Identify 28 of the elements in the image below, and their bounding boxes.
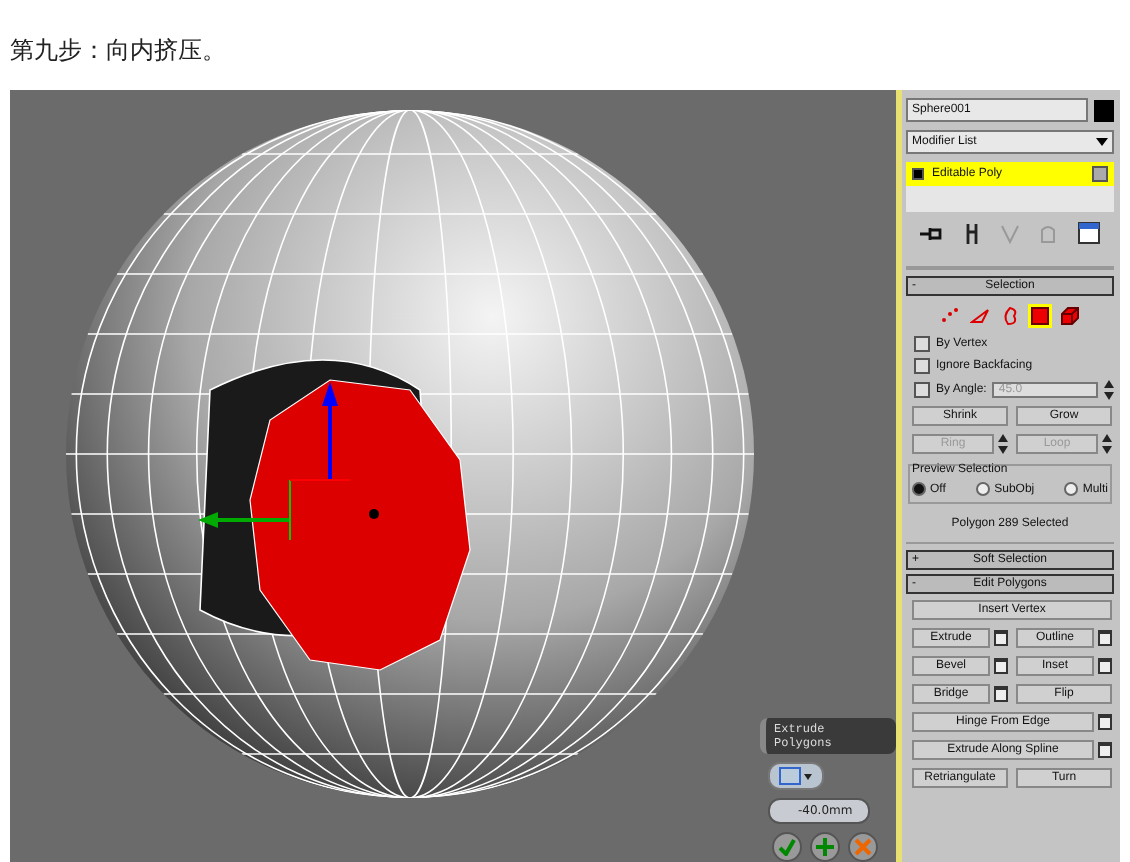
checkbox[interactable] <box>914 382 930 398</box>
settings-button[interactable] <box>1098 742 1112 758</box>
radio-button[interactable] <box>912 482 926 496</box>
dropdown-arrow-icon[interactable] <box>1096 138 1108 146</box>
vertex-mode-icon[interactable] <box>938 304 962 328</box>
apply-button[interactable] <box>810 832 840 862</box>
configure-icon[interactable] <box>1077 222 1100 244</box>
step-caption: 第九步：向内挤压。 <box>8 34 228 68</box>
radio-button[interactable] <box>976 482 991 496</box>
object-color-swatch[interactable] <box>1094 99 1114 121</box>
settings-button[interactable] <box>1098 658 1112 674</box>
polygon-mode-icon[interactable] <box>1028 304 1052 328</box>
settings-button[interactable] <box>994 630 1008 646</box>
settings-button[interactable] <box>994 686 1008 702</box>
element-mode-icon[interactable] <box>1058 304 1082 328</box>
checkbox[interactable] <box>914 336 930 352</box>
extrude-type-dropdown[interactable] <box>768 762 824 790</box>
spinner-arrows-icon[interactable] <box>1104 380 1114 400</box>
settings-button[interactable] <box>1098 714 1112 730</box>
settings-button[interactable] <box>1098 630 1112 646</box>
checkbox[interactable] <box>914 358 930 374</box>
cancel-button[interactable] <box>848 832 878 862</box>
radio-button[interactable] <box>1064 482 1079 496</box>
ok-button[interactable] <box>772 832 802 862</box>
settings-button[interactable] <box>994 658 1008 674</box>
edge-mode-icon[interactable] <box>968 304 992 328</box>
pin-icon[interactable] <box>920 224 943 242</box>
transform-gizmo-icon <box>198 382 379 541</box>
